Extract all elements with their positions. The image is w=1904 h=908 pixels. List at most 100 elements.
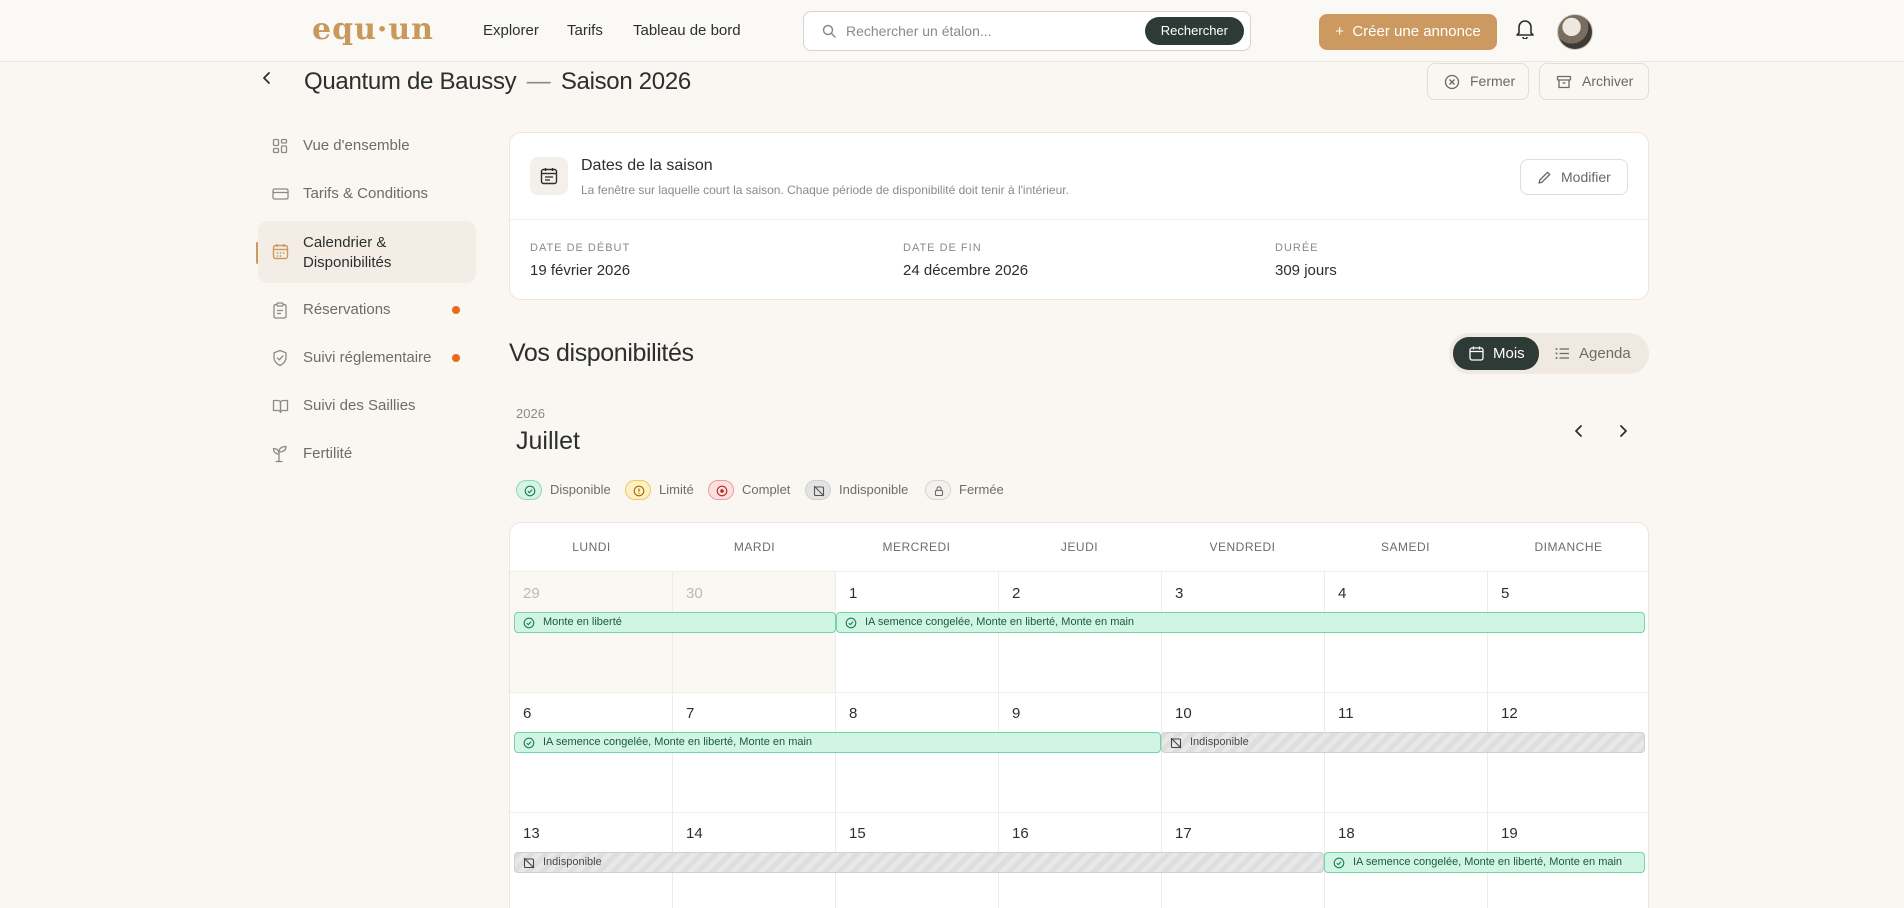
notification-dot bbox=[452, 306, 460, 314]
check-circle-icon bbox=[516, 480, 542, 500]
duration-value: 309 jours bbox=[1275, 262, 1337, 279]
sidebar-item-pricing[interactable]: Tarifs & Conditions bbox=[258, 185, 476, 205]
month-calendar: LUNDI MARDI MERCREDI JEUDI VENDREDI SAME… bbox=[509, 522, 1649, 908]
search-icon bbox=[822, 24, 836, 43]
horse-name: Quantum de Baussy bbox=[304, 68, 517, 95]
unavailable-event[interactable]: Indisponible bbox=[1161, 732, 1645, 753]
grid-line bbox=[510, 692, 1648, 693]
day-cell[interactable]: 29 bbox=[523, 585, 540, 602]
back-arrow-icon[interactable] bbox=[259, 70, 275, 91]
view-agenda-button[interactable]: Agenda bbox=[1553, 337, 1631, 370]
day-cell[interactable]: 18 bbox=[1338, 825, 1355, 842]
event-label: IA semence congelée, Monte en liberté, M… bbox=[865, 616, 1135, 628]
close-season-button[interactable]: Fermer bbox=[1427, 63, 1529, 100]
day-cell[interactable]: 6 bbox=[523, 705, 531, 722]
view-month-button[interactable]: Mois bbox=[1453, 337, 1539, 370]
check-circle-icon bbox=[523, 617, 535, 629]
page-title: Quantum de Baussy — Saison 2026 bbox=[304, 68, 691, 96]
avatar[interactable] bbox=[1557, 14, 1593, 50]
weekday-header: VENDREDI bbox=[1209, 540, 1276, 554]
legend-label: Fermée bbox=[959, 482, 1004, 497]
season-card-title: Dates de la saison bbox=[581, 157, 713, 174]
day-cell[interactable]: 17 bbox=[1175, 825, 1192, 842]
check-circle-icon bbox=[845, 617, 857, 629]
legend-label: Indisponible bbox=[839, 482, 909, 497]
day-cell[interactable]: 4 bbox=[1338, 585, 1346, 602]
day-cell[interactable]: 16 bbox=[1012, 825, 1029, 842]
nav-tarifs[interactable]: Tarifs bbox=[567, 22, 603, 39]
legend-label: Limité bbox=[659, 482, 694, 497]
sidebar-item-regulatory[interactable]: Suivi réglementaire bbox=[258, 349, 476, 369]
day-cell[interactable]: 30 bbox=[686, 585, 703, 602]
create-listing-label: Créer une annonce bbox=[1352, 23, 1481, 40]
availability-event[interactable]: IA semence congelée, Monte en liberté, M… bbox=[514, 732, 1161, 753]
sidebar-item-label: Vue d'ensemble bbox=[303, 137, 410, 154]
day-cell[interactable]: 3 bbox=[1175, 585, 1183, 602]
bell-icon[interactable] bbox=[1516, 19, 1534, 44]
sidebar-item-label: Suivi des Saillies bbox=[303, 397, 416, 414]
close-season-label: Fermer bbox=[1470, 73, 1516, 89]
weekday-header: LUNDI bbox=[572, 540, 611, 554]
day-cell[interactable]: 9 bbox=[1012, 705, 1020, 722]
create-listing-button[interactable]: + Créer une annonce bbox=[1319, 14, 1497, 50]
search-input[interactable]: Rechercher un étalon... bbox=[846, 23, 992, 39]
weekday-header: SAMEDI bbox=[1380, 540, 1430, 554]
plus-icon: + bbox=[1335, 23, 1344, 40]
calendar-off-icon bbox=[523, 857, 535, 869]
grid-icon bbox=[272, 138, 288, 154]
day-cell[interactable]: 15 bbox=[849, 825, 866, 842]
nav-explorer[interactable]: Explorer bbox=[483, 22, 539, 39]
previous-month-icon[interactable] bbox=[1571, 421, 1587, 446]
event-label: IA semence congelée, Monte en liberté, M… bbox=[543, 736, 813, 748]
sidebar-item-fertility[interactable]: Fertilité bbox=[258, 445, 476, 465]
day-cell[interactable]: 19 bbox=[1501, 825, 1518, 842]
day-cell[interactable]: 5 bbox=[1501, 585, 1509, 602]
availability-event[interactable]: Monte en liberté bbox=[514, 612, 836, 633]
sidebar-item-calendar[interactable]: Calendrier & Disponibilités bbox=[258, 221, 476, 283]
event-label: Indisponible bbox=[1190, 736, 1249, 748]
season-card-description: La fenêtre sur laquelle court la saison.… bbox=[581, 183, 1069, 197]
modify-button[interactable]: Modifier bbox=[1520, 159, 1628, 195]
day-cell[interactable]: 2 bbox=[1012, 585, 1020, 602]
sidebar-item-reservations[interactable]: Réservations bbox=[258, 301, 476, 321]
view-month-label: Mois bbox=[1493, 345, 1525, 362]
availability-event[interactable]: IA semence congelée, Monte en liberté, M… bbox=[1324, 852, 1645, 873]
nav-dashboard[interactable]: Tableau de bord bbox=[633, 22, 741, 39]
clipboard-icon bbox=[273, 302, 287, 319]
sprout-icon bbox=[272, 445, 287, 463]
calendar-off-icon bbox=[1170, 737, 1182, 749]
sidebar-item-label: Suivi réglementaire bbox=[303, 349, 432, 366]
weekday-header: JEUDI bbox=[1060, 540, 1099, 554]
legend-label: Complet bbox=[742, 482, 791, 497]
archive-button[interactable]: Archiver bbox=[1539, 63, 1649, 100]
unavailable-event[interactable]: Indisponible bbox=[514, 852, 1324, 873]
day-cell[interactable]: 13 bbox=[523, 825, 540, 842]
check-circle-icon bbox=[1333, 857, 1345, 869]
search-button[interactable]: Rechercher bbox=[1144, 17, 1244, 45]
search-bar: Rechercher un étalon... Rechercher bbox=[803, 11, 1251, 51]
start-date-value: 19 février 2026 bbox=[530, 262, 631, 279]
x-circle-icon bbox=[708, 480, 734, 500]
day-cell[interactable]: 10 bbox=[1175, 705, 1192, 722]
day-cell[interactable]: 14 bbox=[686, 825, 703, 842]
day-cell[interactable]: 1 bbox=[849, 585, 857, 602]
weekday-header: MERCREDI bbox=[882, 540, 951, 554]
archive-label: Archiver bbox=[1582, 73, 1634, 89]
sidebar-item-breedings[interactable]: Suivi des Saillies bbox=[258, 397, 476, 417]
day-cell[interactable]: 12 bbox=[1501, 705, 1518, 722]
title-separator: — bbox=[526, 68, 551, 95]
day-cell[interactable]: 7 bbox=[686, 705, 694, 722]
sidebar-item-overview[interactable]: Vue d'ensemble bbox=[258, 137, 476, 157]
day-cell[interactable]: 11 bbox=[1338, 705, 1354, 722]
book-icon bbox=[272, 399, 289, 414]
brand-logo[interactable]: equ·un bbox=[312, 12, 434, 47]
availability-event[interactable]: IA semence congelée, Monte en liberté, M… bbox=[836, 612, 1645, 633]
next-month-icon[interactable] bbox=[1615, 421, 1631, 446]
calendar-off-icon bbox=[805, 480, 831, 500]
modify-label: Modifier bbox=[1561, 169, 1611, 185]
view-toggle: Mois Agenda bbox=[1449, 333, 1649, 374]
day-cell[interactable]: 8 bbox=[849, 705, 857, 722]
event-label: Indisponible bbox=[543, 856, 602, 868]
notification-dot bbox=[452, 354, 460, 362]
credit-card-icon bbox=[272, 188, 289, 200]
